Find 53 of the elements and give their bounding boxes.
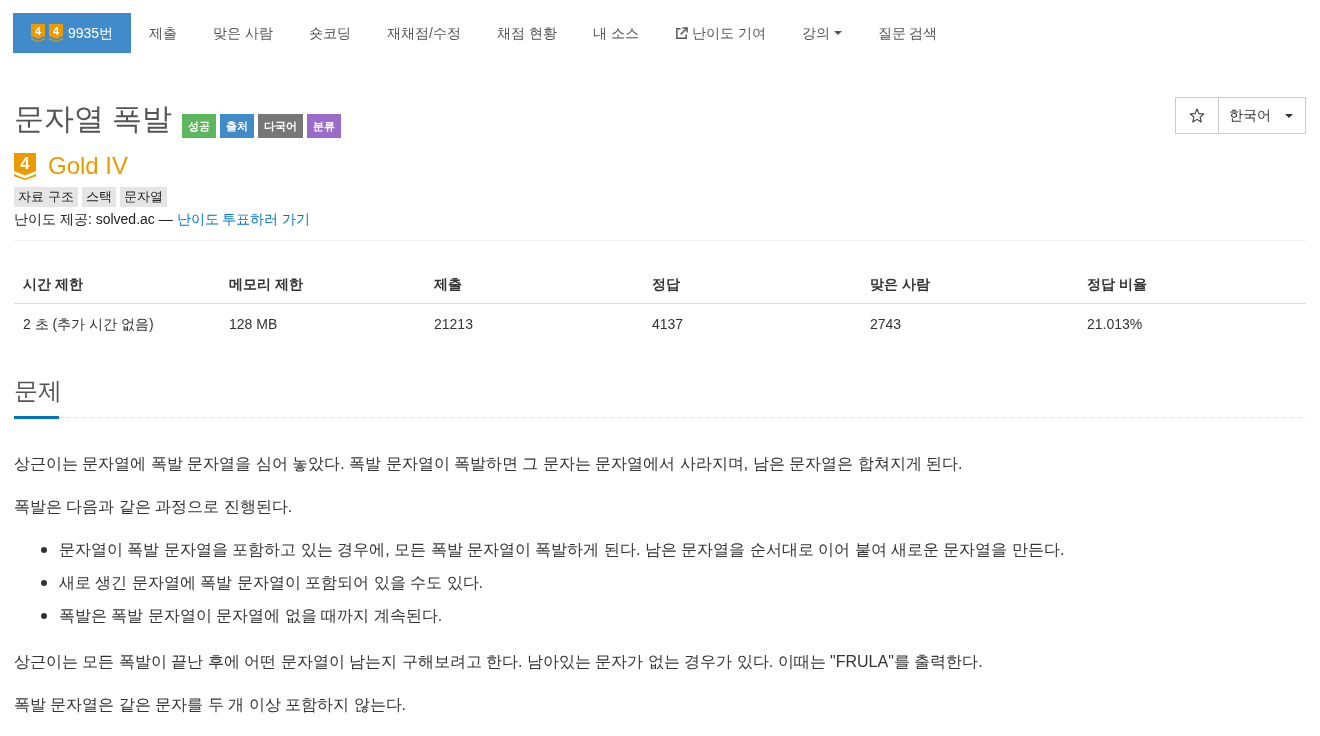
problem-label[interactable]: 출처 bbox=[220, 114, 255, 138]
favorite-button[interactable] bbox=[1175, 97, 1219, 134]
column-header: 제출 bbox=[433, 275, 463, 294]
column-header: 시간 제한 bbox=[22, 275, 84, 294]
bullet-icon bbox=[41, 547, 47, 553]
problem-label[interactable]: 분류 bbox=[307, 114, 342, 138]
caret-icon bbox=[833, 31, 842, 35]
nav-tab[interactable]: 재채점/수정 bbox=[369, 13, 479, 53]
nav-tab[interactable]: 강의 bbox=[783, 13, 860, 53]
paragraph: 상근이는 모든 폭발이 끝난 후에 어떤 문자열이 남는지 구해보려고 한다. 남아있는 문자가 없는 경우가 있다. 이때는 "FRULA"를 출력한다. bbox=[14, 652, 984, 672]
nav-tab[interactable]: 숏코딩 bbox=[291, 13, 370, 53]
nav-tab[interactable]: 제출 bbox=[131, 13, 196, 53]
paragraph: 상근이는 문자열에 폭발 문자열을 심어 놓았다. 폭발 문자열이 폭발하면 그 문자는 문자열에서 사라지며, 남은 문자열은 합쳐지게 된다. bbox=[14, 454, 964, 474]
difficulty-note: 난이도 제공: solved.ac — 난이도 투표하러 가기 bbox=[14, 210, 312, 229]
bullet-icon bbox=[41, 613, 47, 619]
column-header: 메모리 제한 bbox=[228, 275, 304, 294]
tag[interactable]: 스택 bbox=[81, 187, 116, 207]
vote-link[interactable]: 난이도 투표하러 가기 bbox=[176, 211, 311, 227]
column-header: 맞은 사람 bbox=[869, 275, 931, 294]
tier-badge: 4 bbox=[31, 24, 45, 42]
tag[interactable]: 자료 구조 bbox=[14, 187, 78, 207]
language-dropdown[interactable]: 한국어 bbox=[1219, 97, 1306, 134]
table-cell-text: 21213 bbox=[433, 315, 474, 334]
problem-number: 9935번 bbox=[68, 23, 114, 43]
nav-tab[interactable]: 난이도 기여 bbox=[656, 13, 784, 53]
language-label: 한국어 bbox=[1229, 106, 1271, 125]
nav-tab[interactable]: 4 4 9935번 bbox=[13, 13, 132, 53]
nav-label: 난이도 기여 bbox=[691, 23, 766, 43]
external-link-icon bbox=[674, 26, 688, 40]
table-cell-text: 2 초 (추가 시간 없음) bbox=[22, 315, 155, 334]
nav-tab[interactable]: 맞은 사람 bbox=[195, 13, 292, 53]
paragraph: 폭발 문자열은 같은 문자를 두 개 이상 포함하지 않는다. bbox=[14, 695, 407, 715]
nav-tab[interactable]: 채점 현황 bbox=[478, 13, 575, 53]
table-cell-text: 2743 bbox=[869, 315, 903, 334]
column-header: 정답 비율 bbox=[1086, 275, 1148, 294]
section-heading: 문제 bbox=[14, 376, 62, 406]
bullet-icon bbox=[41, 580, 47, 586]
tag[interactable]: 문자열 bbox=[119, 187, 167, 207]
list-item: 새로 생긴 문자열에 폭발 문자열이 포함되어 있을 수도 있다. bbox=[59, 573, 483, 593]
problem-label[interactable]: 다국어 bbox=[258, 114, 304, 138]
paragraph: 폭발은 다음과 같은 과정으로 진행된다. bbox=[14, 497, 294, 517]
problem-title: 문자열 폭발 bbox=[14, 101, 173, 137]
caret-icon bbox=[1285, 113, 1293, 118]
table-cell-text: 21.013% bbox=[1086, 315, 1144, 334]
list-item: 폭발은 폭발 문자열이 문자열에 없을 때까지 계속된다. bbox=[59, 606, 443, 626]
tier-badge: 4 bbox=[49, 24, 63, 42]
nav-label: 강의 bbox=[801, 23, 830, 43]
list-item: 문자열이 폭발 문자열을 포함하고 있는 경우에, 모든 폭발 문자열이 폭발하게 된다. 남은 문자열을 순서대로 이어 붙여 새로운 문자열을 만든다. bbox=[59, 540, 1065, 560]
table-cell-text: 4137 bbox=[651, 315, 685, 334]
nav-tab[interactable]: 내 소스 bbox=[574, 13, 657, 53]
table-cell-text: 128 MB bbox=[228, 315, 279, 334]
column-header: 정답 bbox=[651, 275, 681, 294]
nav-tab[interactable]: 질문 검색 bbox=[859, 13, 956, 53]
